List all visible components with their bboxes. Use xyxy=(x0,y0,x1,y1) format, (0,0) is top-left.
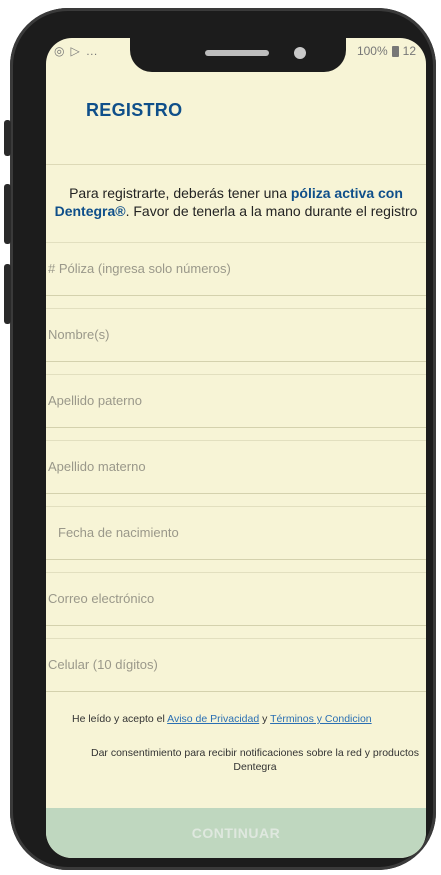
apellido-paterno-input[interactable]: Apellido paterno xyxy=(46,374,426,428)
play-icon: ▷ xyxy=(70,44,80,58)
terms-and: y xyxy=(259,713,271,725)
terms-link[interactable]: Términos y Condicion xyxy=(270,713,372,725)
speaker-icon xyxy=(205,50,269,56)
front-camera-icon xyxy=(294,47,306,59)
apellido-paterno-placeholder: Apellido paterno xyxy=(48,393,142,408)
page-title: REGISTRO xyxy=(86,100,183,120)
side-button-upper xyxy=(4,184,11,244)
phone-frame: ◎ ▷ … 100% 12 REGISTRO Para registrarte,… xyxy=(4,8,436,870)
clock: 12 xyxy=(402,44,416,58)
app-screen: ◎ ▷ … 100% 12 REGISTRO Para registrarte,… xyxy=(46,38,426,858)
fecha-nacimiento-input[interactable]: Fecha de nacimiento xyxy=(46,506,426,560)
notifications-consent-text: Dar consentimiento para recibir notifica… xyxy=(91,747,419,773)
notification-icon: ◎ xyxy=(54,44,65,58)
correo-placeholder: Correo electrónico xyxy=(48,591,155,606)
side-button-lower xyxy=(4,264,11,324)
battery-icon xyxy=(391,45,399,57)
celular-placeholder: Celular (10 dígitos) xyxy=(48,657,158,672)
header: REGISTRO xyxy=(46,78,426,164)
celular-input[interactable]: Celular (10 dígitos) xyxy=(46,638,426,692)
terms-prefix: He leído y acepto el xyxy=(72,713,168,725)
apellido-materno-placeholder: Apellido materno xyxy=(48,459,146,474)
nombre-input[interactable]: Nombre(s) xyxy=(46,308,426,362)
fecha-placeholder: Fecha de nacimiento xyxy=(58,525,179,540)
correo-input[interactable]: Correo electrónico xyxy=(46,572,426,626)
privacy-link[interactable]: Aviso de Privacidad xyxy=(167,713,259,725)
nombre-placeholder: Nombre(s) xyxy=(48,327,110,342)
camera-notch xyxy=(130,38,346,72)
poliza-placeholder: # Póliza (ingresa solo números) xyxy=(48,261,231,276)
intro-part1: Para registrarte, deberás tener una xyxy=(69,185,291,201)
terms-consent-row[interactable]: He leído y acepto el Aviso de Privacidad… xyxy=(46,712,426,726)
continue-button[interactable]: CONTINUAR xyxy=(46,808,426,858)
header-divider xyxy=(46,164,426,165)
poliza-input[interactable]: # Póliza (ingresa solo números) xyxy=(46,242,426,296)
intro-part2: . Favor de tenerla a la mano durante el … xyxy=(125,203,418,219)
notifications-consent-row[interactable]: Dar consentimiento para recibir notifica… xyxy=(46,746,426,774)
side-button-volume xyxy=(4,120,11,156)
apellido-materno-input[interactable]: Apellido materno xyxy=(46,440,426,494)
more-icon: … xyxy=(85,44,98,58)
battery-percentage: 100% xyxy=(356,44,388,58)
intro-text: Para registrarte, deberás tener una póli… xyxy=(48,184,424,220)
